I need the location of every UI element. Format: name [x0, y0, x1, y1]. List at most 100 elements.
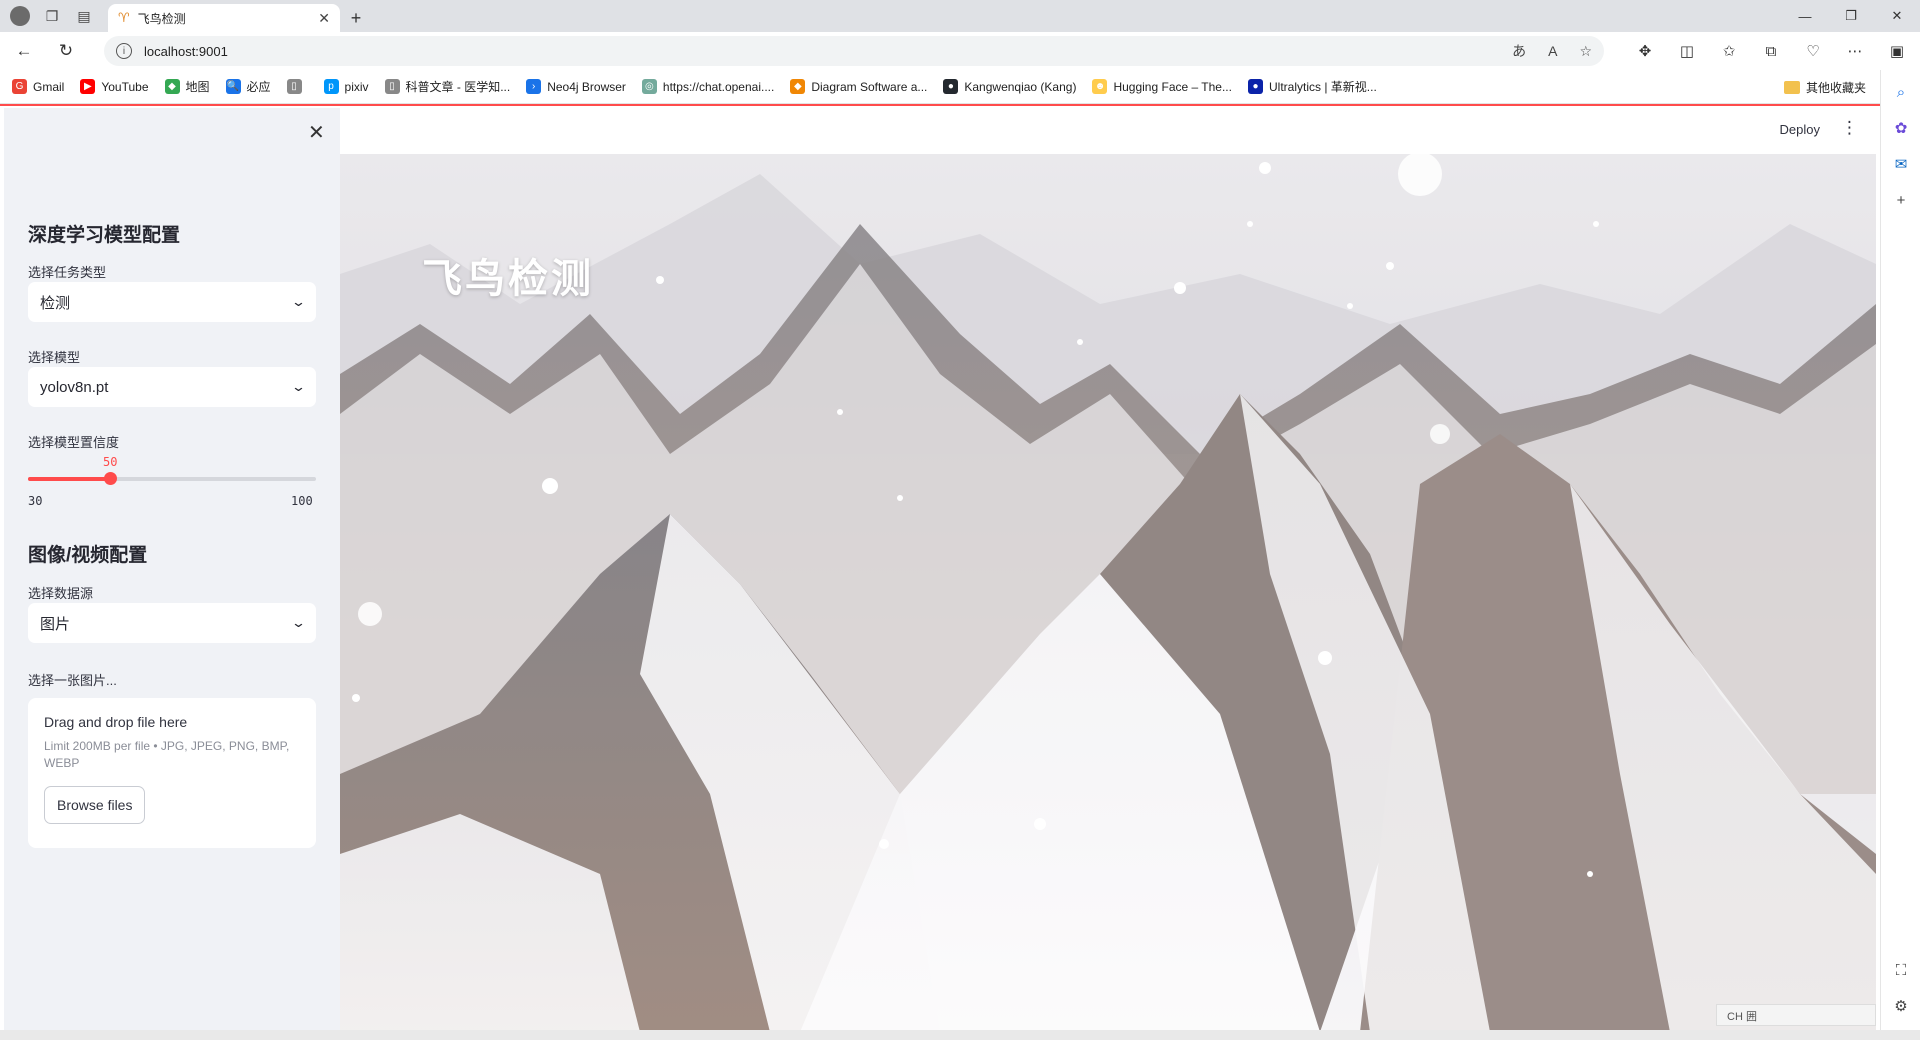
task-type-value: 检测 [40, 294, 71, 312]
file-uploader-dropzone[interactable]: Drag and drop file here Limit 200MB per … [28, 698, 316, 848]
folder-icon [1783, 80, 1800, 94]
translate-icon[interactable]: あ [1512, 41, 1526, 61]
read-aloud-icon[interactable]: A [1548, 43, 1557, 59]
app-sidebar: ✕ 深度学习模型配置 选择任务类型 检测 ⌄ 选择模型 yolov8n.pt ⌄… [4, 108, 340, 1032]
bookmark-item[interactable]: ◆ Diagram Software a... [790, 79, 927, 94]
favorite-star-icon[interactable]: ☆ [1579, 43, 1592, 60]
source-select[interactable]: 图片 ⌄ [28, 603, 316, 643]
bookmark-item[interactable]: › Neo4j Browser [526, 79, 626, 94]
close-sidebar-icon[interactable]: ✕ [308, 120, 325, 145]
browser-essentials-icon[interactable]: ♡ [1798, 36, 1828, 66]
window-controls: — ❐ ✕ [1782, 0, 1920, 32]
media-config-heading: 图像/视频配置 [28, 545, 148, 566]
address-toolbar: ← ↻ i localhost:9001 あ A ☆ ✥ ◫ ✩ ⧉ ♡ ⋯ ▣ [0, 32, 1920, 70]
edge-sidebar: ⌕ ✿ ✉ + ⛶ ⚙ [1880, 70, 1920, 1040]
split-screen-icon[interactable]: ◫ [1672, 36, 1702, 66]
chevron-down-icon: ⌄ [290, 379, 307, 394]
bookmark-item[interactable]: ▯ [286, 79, 308, 94]
more-menu-icon[interactable]: ⋯ [1840, 36, 1870, 66]
app-header: Deploy ⋮ [340, 108, 1876, 154]
bookmark-label: Ultralytics | 革新视... [1268, 80, 1377, 94]
bookmark-favicon-icon: ◎ [641, 79, 657, 94]
search-icon[interactable]: ⌕ [1889, 80, 1913, 104]
deploy-button[interactable]: Deploy [1780, 122, 1820, 137]
restore-button[interactable]: ❐ [1828, 0, 1874, 32]
other-bookmarks-label: 其他收藏夹 [1805, 80, 1866, 95]
bookmark-favicon-icon: › [526, 79, 542, 94]
model-select[interactable]: yolov8n.pt ⌄ [28, 367, 316, 407]
collections-icon[interactable]: ⧉ [1756, 36, 1786, 66]
chevron-down-icon: ⌄ [290, 615, 307, 630]
tab-strip: ❐ ▤ ♈ 飞鸟检测 ✕ + — ❐ ✕ [0, 0, 1920, 32]
bookmark-favicon-icon: ● [1247, 79, 1263, 94]
minimize-button[interactable]: — [1782, 0, 1828, 32]
refresh-button[interactable]: ↻ [48, 35, 84, 67]
model-label: 选择模型 [28, 350, 81, 365]
mountain-background-image: 飞鸟检测 [340, 154, 1876, 1032]
favorites-icon[interactable]: ✩ [1714, 36, 1744, 66]
confidence-label: 选择模型置信度 [28, 435, 120, 450]
slider-fill [28, 477, 111, 481]
task-type-label: 选择任务类型 [28, 265, 107, 280]
workspaces-icon[interactable]: ❐ [36, 0, 68, 32]
settings-gear-icon[interactable]: ⚙ [1889, 994, 1913, 1018]
copilot-icon[interactable]: ✿ [1889, 116, 1913, 140]
bookmark-favicon-icon: G [12, 79, 27, 94]
bookmark-item[interactable]: ● Ultralytics | 革新视... [1247, 78, 1377, 95]
bookmark-favicon-icon: ◆ [790, 79, 806, 94]
model-value: yolov8n.pt [40, 378, 109, 396]
vertical-tabs-icon[interactable]: ▤ [68, 0, 100, 32]
browse-files-button[interactable]: Browse files [44, 786, 146, 824]
bookmark-label: Diagram Software a... [811, 79, 928, 94]
bookmark-item[interactable]: ● Kangwenqiao (Kang) [943, 79, 1076, 94]
back-button[interactable]: ← [6, 35, 42, 67]
extensions-icon[interactable]: ✥ [1630, 36, 1660, 66]
bookmark-label: 必应 [246, 80, 271, 94]
slider-max-label: 100 [291, 494, 313, 508]
bookmark-item[interactable]: G Gmail [12, 79, 64, 94]
bookmark-item[interactable]: 🔍 必应 [225, 78, 271, 95]
bookmark-item[interactable]: ◆ 地图 [164, 78, 210, 95]
bookmark-favicon-icon: ▶ [80, 79, 96, 94]
new-tab-button[interactable]: + [340, 4, 372, 32]
profile-avatar[interactable] [10, 6, 30, 26]
outlook-icon[interactable]: ✉ [1889, 152, 1913, 176]
bookmark-label: Kangwenqiao (Kang) [964, 79, 1077, 94]
bookmark-item[interactable]: ▯ 科普文章 - 医学知... [384, 78, 511, 95]
site-info-icon[interactable]: i [116, 43, 132, 59]
app-viewport: ✕ 深度学习模型配置 选择任务类型 检测 ⌄ 选择模型 yolov8n.pt ⌄… [0, 104, 1880, 1032]
browser-tab-active[interactable]: ♈ 飞鸟检测 ✕ [108, 4, 340, 32]
address-field[interactable]: i localhost:9001 あ A ☆ [104, 36, 1604, 66]
taskbar-edge [0, 1030, 1920, 1040]
bookmark-label: 科普文章 - 医学知... [405, 80, 511, 94]
bookmark-item[interactable]: p pixiv [323, 79, 369, 94]
source-value: 图片 [40, 615, 71, 633]
main-content: Deploy ⋮ 飞鸟检测 CH 囲 [340, 108, 1876, 1032]
bookmark-favicon-icon: ● [943, 79, 959, 94]
confidence-slider[interactable]: 50 [28, 455, 316, 485]
bookmark-label: https://chat.openai.... [662, 79, 775, 94]
dropzone-limits: Limit 200MB per file • JPG, JPEG, PNG, B… [44, 739, 290, 770]
bookmark-favicon-icon: ▯ [384, 79, 400, 94]
screenshot-icon[interactable]: ⛶ [1889, 958, 1913, 982]
slider-thumb[interactable] [104, 472, 118, 485]
sidebar-toggle-icon[interactable]: ▣ [1882, 36, 1912, 66]
bookmark-item[interactable]: ☻ Hugging Face – The... [1092, 79, 1232, 94]
bookmark-item[interactable]: ◎ https://chat.openai.... [641, 79, 775, 94]
main-menu-icon[interactable]: ⋮ [1841, 118, 1858, 138]
bookmarks-bar: G Gmail ▶ YouTube ◆ 地图 🔍 必应 ▯ p pixiv ▯ 科普文章 - 医学知..… [0, 70, 1920, 104]
close-tab-icon[interactable]: ✕ [318, 10, 330, 27]
close-window-button[interactable]: ✕ [1874, 0, 1920, 32]
dropzone-text: Drag and drop file here [44, 714, 188, 730]
bookmark-favicon-icon: 🔍 [225, 79, 241, 94]
add-app-icon[interactable]: + [1889, 188, 1913, 212]
bookmark-label: 地图 [185, 80, 210, 94]
model-config-heading: 深度学习模型配置 [28, 225, 181, 246]
chevron-down-icon: ⌄ [290, 294, 307, 309]
task-type-select[interactable]: 检测 ⌄ [28, 282, 316, 322]
other-bookmarks-folder[interactable]: 其他收藏夹 [1783, 70, 1866, 104]
bookmark-favicon-icon: ☻ [1092, 79, 1108, 94]
file-label: 选择一张图片... [28, 673, 117, 688]
slider-value: 50 [103, 455, 118, 469]
bookmark-item[interactable]: ▶ YouTube [80, 79, 149, 94]
